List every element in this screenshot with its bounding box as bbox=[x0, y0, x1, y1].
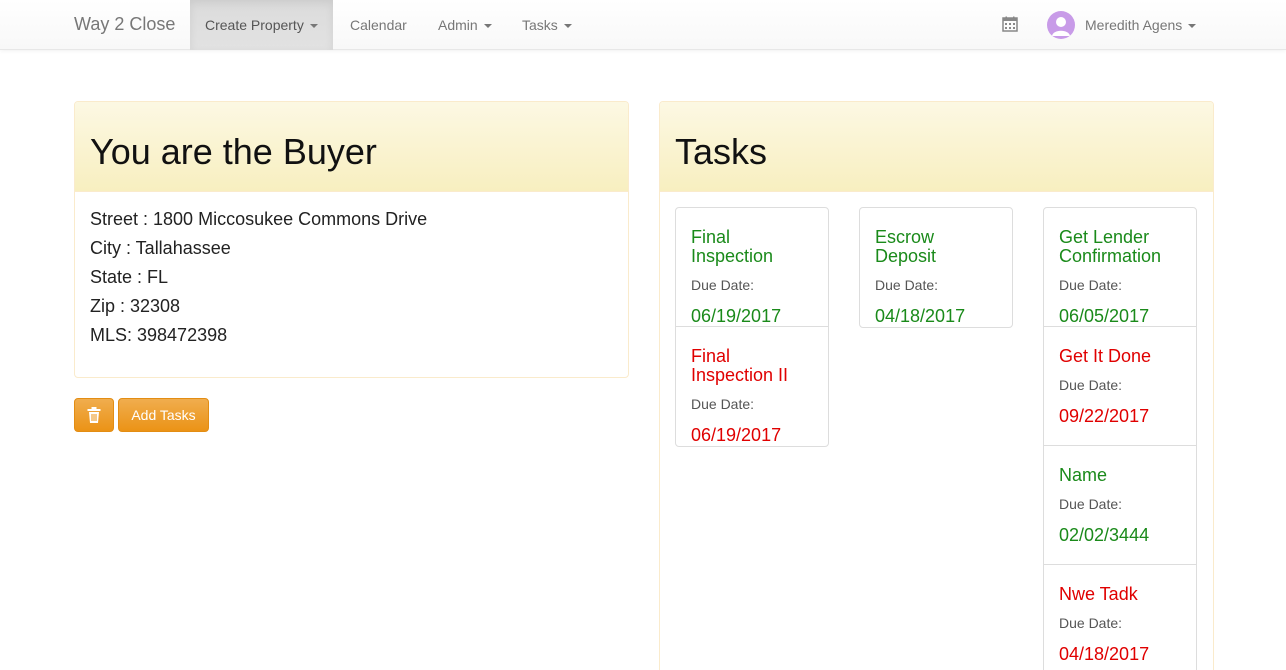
buyer-panel: You are the Buyer Street : 1800 Miccosuk… bbox=[74, 101, 629, 378]
nav-tasks-label: Tasks bbox=[522, 17, 558, 33]
task-column-1: Final Inspection Due Date: 06/19/2017 Fi… bbox=[675, 207, 829, 447]
delete-property-button[interactable] bbox=[74, 398, 114, 432]
trash-icon bbox=[87, 406, 101, 423]
user-name-label: Meredith Agens bbox=[1085, 17, 1183, 33]
task-column-2: Escrow Deposit Due Date: 04/18/2017 bbox=[859, 207, 1013, 328]
task-due-date: 06/05/2017 bbox=[1059, 306, 1150, 326]
nav-create-property[interactable]: Create Property bbox=[190, 0, 333, 50]
caret-down-icon bbox=[563, 24, 572, 29]
calendar-icon[interactable] bbox=[1002, 16, 1018, 32]
due-date-label: Due Date: bbox=[1059, 277, 1123, 293]
top-navbar: Way 2 Close Create Property Calendar Adm… bbox=[0, 0, 1286, 50]
zip-line: Zip : 32308 bbox=[90, 296, 181, 316]
due-date-label: Due Date: bbox=[1059, 377, 1123, 393]
task-due-date: 06/19/2017 bbox=[691, 306, 782, 326]
add-tasks-button[interactable]: Add Tasks bbox=[118, 398, 209, 432]
task-card[interactable]: Get Lender Confirmation Due Date: 06/05/… bbox=[1044, 208, 1196, 327]
task-title[interactable]: Final Inspection II bbox=[691, 347, 813, 385]
due-date-label: Due Date: bbox=[1059, 496, 1123, 512]
task-card[interactable]: Final Inspection II Due Date: 06/19/2017 bbox=[676, 327, 828, 446]
due-date-label: Due Date: bbox=[1059, 615, 1123, 631]
tasks-panel-title: Tasks bbox=[675, 131, 768, 172]
task-title[interactable]: Final Inspection bbox=[691, 228, 813, 266]
nav-calendar[interactable]: Calendar bbox=[335, 0, 422, 50]
task-card[interactable]: Escrow Deposit Due Date: 04/18/2017 bbox=[860, 208, 1012, 327]
user-menu[interactable]: Meredith Agens bbox=[1085, 0, 1197, 50]
caret-down-icon bbox=[483, 24, 492, 29]
task-title[interactable]: Nwe Tadk bbox=[1059, 585, 1181, 604]
task-title[interactable]: Name bbox=[1059, 466, 1181, 485]
due-date-label: Due Date: bbox=[875, 277, 939, 293]
buyer-panel-heading: You are the Buyer bbox=[75, 102, 628, 192]
buyer-panel-title: You are the Buyer bbox=[90, 131, 377, 172]
task-due-date: 04/18/2017 bbox=[875, 306, 966, 326]
user-avatar[interactable] bbox=[1047, 11, 1075, 39]
task-due-date: 06/19/2017 bbox=[691, 425, 782, 445]
task-card[interactable]: Get It Done Due Date: 09/22/2017 bbox=[1044, 327, 1196, 446]
tasks-panel-heading: Tasks bbox=[660, 102, 1213, 192]
nav-admin[interactable]: Admin bbox=[423, 0, 507, 50]
task-card[interactable]: Name Due Date: 02/02/3444 bbox=[1044, 446, 1196, 565]
user-avatar-icon bbox=[1052, 17, 1070, 36]
street-line: Street : 1800 Miccosukee Commons Drive bbox=[90, 209, 428, 229]
nav-create-property-label: Create Property bbox=[205, 17, 304, 33]
due-date-label: Due Date: bbox=[691, 396, 755, 412]
task-due-date: 02/02/3444 bbox=[1059, 525, 1150, 545]
task-due-date: 09/22/2017 bbox=[1059, 406, 1150, 426]
state-line: State : FL bbox=[90, 267, 169, 287]
due-date-label: Due Date: bbox=[691, 277, 755, 293]
task-card[interactable]: Nwe Tadk Due Date: 04/18/2017 bbox=[1044, 565, 1196, 670]
task-card[interactable]: Final Inspection Due Date: 06/19/2017 bbox=[676, 208, 828, 327]
task-title[interactable]: Escrow Deposit bbox=[875, 228, 997, 266]
caret-down-icon bbox=[309, 24, 318, 29]
caret-down-icon bbox=[1188, 24, 1197, 29]
nav-tasks[interactable]: Tasks bbox=[507, 0, 587, 50]
city-line: City : Tallahassee bbox=[90, 238, 231, 258]
mls-line: MLS: 398472398 bbox=[90, 325, 228, 345]
property-details: Street : 1800 Miccosukee Commons Drive C… bbox=[75, 192, 628, 350]
task-column-3: Get Lender Confirmation Due Date: 06/05/… bbox=[1043, 207, 1197, 670]
task-title[interactable]: Get It Done bbox=[1059, 347, 1181, 366]
nav-admin-label: Admin bbox=[438, 17, 478, 33]
task-title[interactable]: Get Lender Confirmation bbox=[1059, 228, 1181, 266]
brand-link[interactable]: Way 2 Close bbox=[74, 14, 175, 35]
task-due-date: 04/18/2017 bbox=[1059, 644, 1150, 664]
